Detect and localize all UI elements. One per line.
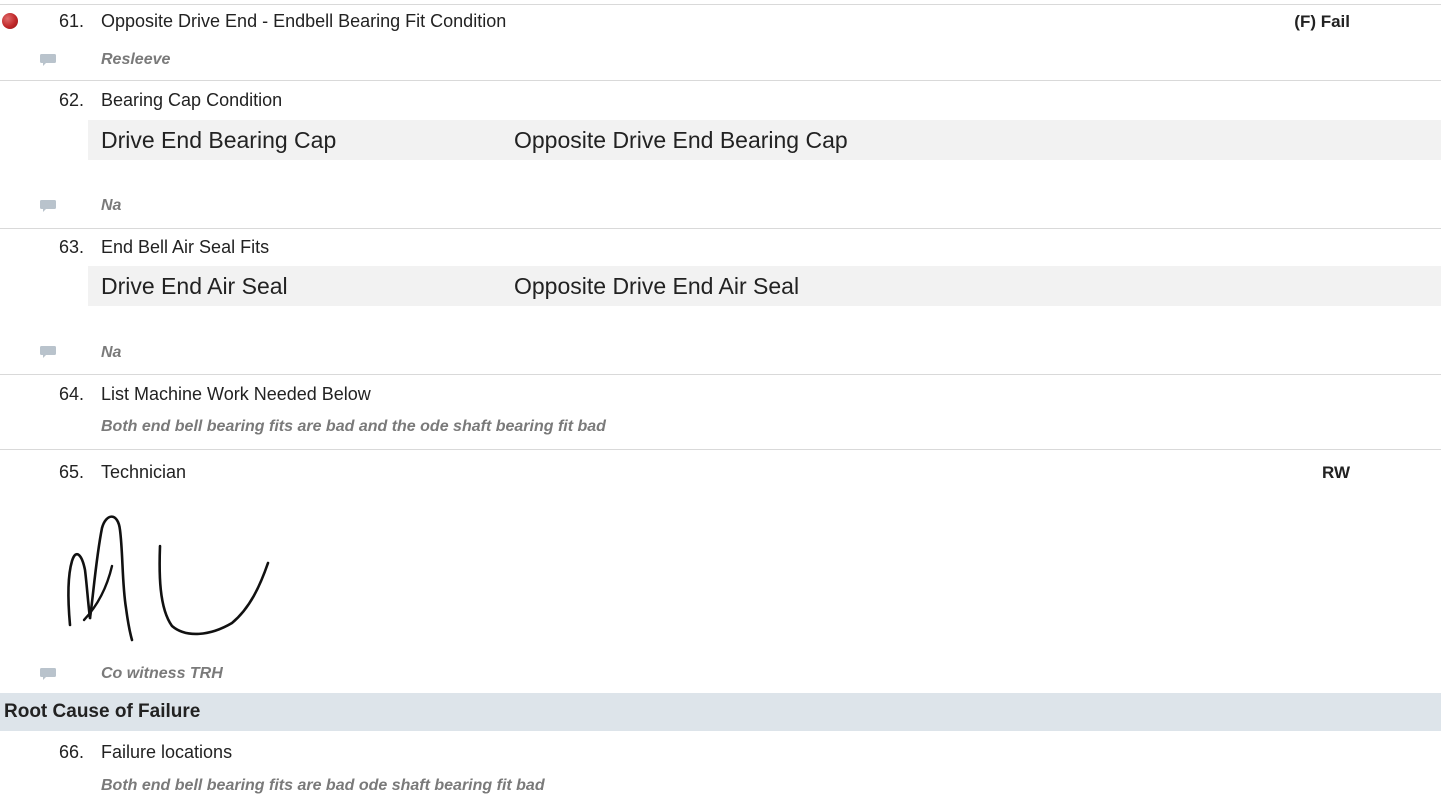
item-note: Na xyxy=(101,344,122,361)
comment-icon xyxy=(40,668,56,680)
item-note: Resleeve xyxy=(101,51,171,68)
column-header: Drive End Bearing Cap xyxy=(101,127,337,153)
item-result: RW xyxy=(1321,463,1350,482)
item-number: 62. xyxy=(58,90,84,110)
item-note: Na xyxy=(101,197,122,214)
column-header: Opposite Drive End Air Seal xyxy=(514,273,800,299)
item-number: 65. xyxy=(58,462,84,482)
row-divider xyxy=(0,4,1441,5)
section-title: Root Cause of Failure xyxy=(4,701,201,722)
comment-icon xyxy=(40,346,56,358)
item-label: List Machine Work Needed Below xyxy=(101,384,371,404)
column-header: Drive End Air Seal xyxy=(101,273,288,299)
row-divider xyxy=(0,374,1441,375)
item-number: 66. xyxy=(58,742,84,762)
row-divider xyxy=(0,228,1441,229)
row-divider xyxy=(0,449,1441,450)
item-number: 64. xyxy=(58,384,84,404)
item-label: Opposite Drive End - Endbell Bearing Fit… xyxy=(101,11,507,31)
item-number: 63. xyxy=(58,237,84,257)
column-header: Opposite Drive End Bearing Cap xyxy=(514,127,848,153)
item-label: Technician xyxy=(101,462,187,482)
comment-icon xyxy=(40,54,56,66)
item-note: Both end bell bearing fits are bad and t… xyxy=(101,418,606,435)
item-result: (F) Fail xyxy=(1294,12,1350,31)
section-header: Root Cause of Failure xyxy=(0,693,1441,731)
item-label: End Bell Air Seal Fits xyxy=(101,237,270,257)
item-note: Co witness TRH xyxy=(101,665,223,682)
item-number: 61. xyxy=(58,11,84,31)
item-label: Failure locations xyxy=(101,742,233,762)
item-label: Bearing Cap Condition xyxy=(101,90,283,110)
comment-icon xyxy=(40,200,56,212)
row-divider xyxy=(0,80,1441,81)
item-note: Both end bell bearing fits are bad ode s… xyxy=(101,777,545,794)
technician-signature xyxy=(67,515,270,642)
